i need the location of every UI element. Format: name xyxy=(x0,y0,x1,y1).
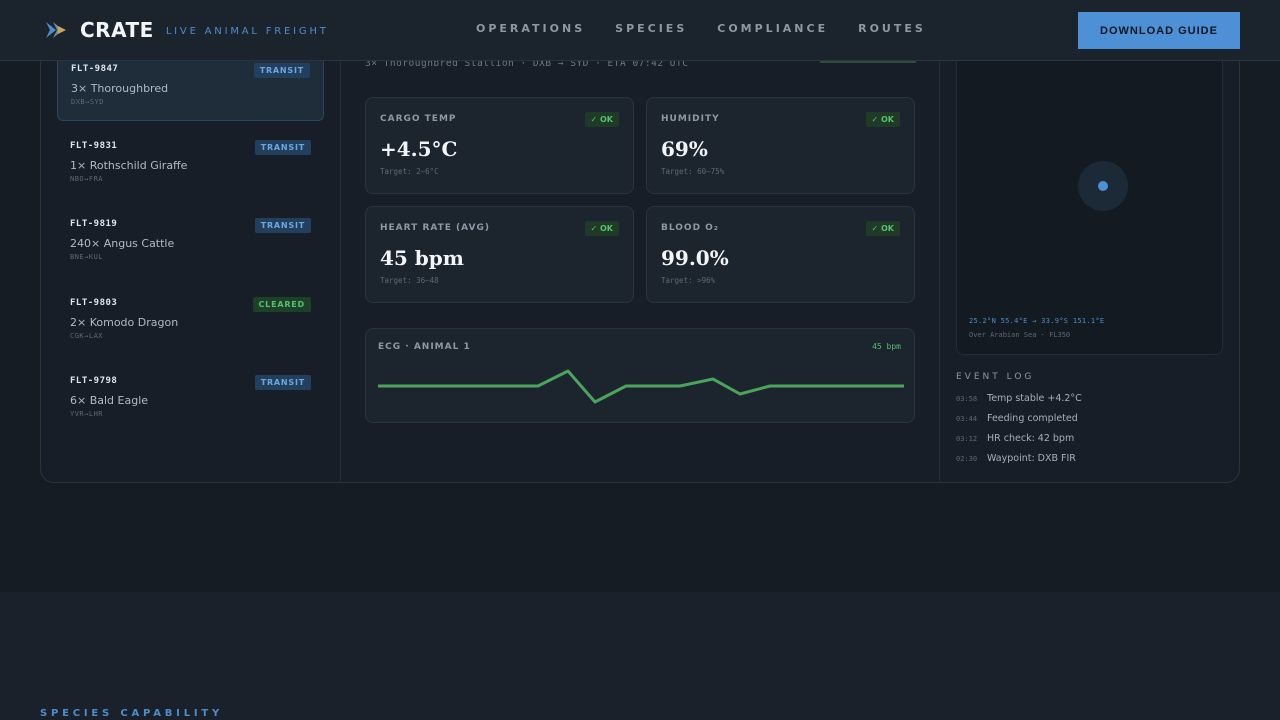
flight-cargo: 240× Angus Cattle xyxy=(70,237,175,250)
column-divider xyxy=(939,40,940,483)
download-guide-button[interactable]: DOWNLOAD GUIDE xyxy=(1078,12,1240,49)
metric-value: +4.5°C xyxy=(380,137,458,161)
metric-label: HUMIDITY xyxy=(661,114,720,124)
event-text: HR check: 42 bpm xyxy=(987,433,1075,444)
flight-cargo: 2× Komodo Dragon xyxy=(70,316,179,329)
event-log-title: EVENT LOG xyxy=(956,372,1035,382)
status-badge: CLEARED xyxy=(252,297,311,312)
crate-logo-icon xyxy=(46,22,66,38)
ok-badge: ✓ OK xyxy=(865,112,900,127)
flight-route: YVR→LHR xyxy=(70,410,104,418)
flight-id: FLT-9803 xyxy=(70,298,118,308)
column-divider xyxy=(340,40,341,483)
top-navigation-bar: CRATE LIVE ANIMAL FREIGHT OPERATIONS SPE… xyxy=(0,0,1280,61)
ok-badge: ✓ OK xyxy=(584,112,619,127)
ecg-label: ECG · ANIMAL 1 xyxy=(378,342,471,352)
metric-label: CARGO TEMP xyxy=(380,114,457,124)
flight-route: NBO→FRA xyxy=(70,175,104,183)
event-text: Feeding completed xyxy=(987,413,1078,424)
ok-badge: ✓ OK xyxy=(865,221,900,236)
status-badge: TRANSIT xyxy=(254,218,311,233)
event-log-item: 03:44 Feeding completed xyxy=(956,413,1078,424)
status-badge: TRANSIT xyxy=(254,375,311,390)
metric-value: 99.0% xyxy=(661,246,729,270)
metric-label: HEART RATE (AVG) xyxy=(380,223,490,233)
flight-id: FLT-9819 xyxy=(70,219,118,229)
route-map: 25.2°N 55.4°E → 33.9°S 151.1°E Over Arab… xyxy=(956,60,1223,355)
nav-operations[interactable]: OPERATIONS xyxy=(476,22,585,35)
ecg-trace xyxy=(378,369,904,404)
metric-card-blood-oxygen: BLOOD O₂ ✓ OK 99.0% Target: >96% xyxy=(646,206,915,303)
current-region: Over Arabian Sea · FL350 xyxy=(969,331,1071,339)
metric-label: BLOOD O₂ xyxy=(661,223,719,233)
flight-item[interactable]: FLT-9831 TRANSIT 1× Rothschild Giraffe N… xyxy=(57,135,324,199)
event-time: 03:12 xyxy=(956,435,978,443)
aircraft-position-marker xyxy=(1098,181,1108,191)
flight-item[interactable]: FLT-9819 TRANSIT 240× Angus Cattle BNE→K… xyxy=(57,213,324,277)
event-log-item: 03:12 HR check: 42 bpm xyxy=(956,433,1074,444)
flight-route: BNE→KUL xyxy=(70,253,104,261)
brand-name: CRATE xyxy=(80,18,154,42)
metric-target: Target: 2–6°C xyxy=(380,167,439,176)
brand[interactable]: CRATE LIVE ANIMAL FREIGHT xyxy=(44,18,329,42)
ecg-panel: ECG · ANIMAL 1 45 bpm xyxy=(365,328,915,423)
main-nav: OPERATIONS SPECIES COMPLIANCE ROUTES xyxy=(476,22,956,35)
metric-value: 69% xyxy=(661,137,708,161)
metric-card-humidity: HUMIDITY ✓ OK 69% Target: 60–75% xyxy=(646,97,915,194)
lower-section xyxy=(0,592,1280,720)
flight-item[interactable]: FLT-9803 CLEARED 2× Komodo Dragon CGK→LA… xyxy=(57,292,324,356)
flight-cargo: 6× Bald Eagle xyxy=(70,394,149,407)
event-text: Waypoint: DXB FIR xyxy=(987,453,1076,464)
status-pill-edge xyxy=(820,61,916,63)
ecg-waveform xyxy=(378,369,904,404)
metric-card-heart-rate: HEART RATE (AVG) ✓ OK 45 bpm Target: 36–… xyxy=(365,206,634,303)
metric-value: 45 bpm xyxy=(380,246,464,270)
event-log-item: 03:58 Temp stable +4.2°C xyxy=(956,393,1082,404)
flight-cargo: 3× Thoroughbred xyxy=(71,82,169,95)
flight-route: CGK→LAX xyxy=(70,332,104,340)
flight-item[interactable]: FLT-9847 TRANSIT 3× Thoroughbred DXB→SYD xyxy=(57,57,324,121)
map-canvas xyxy=(1078,161,1128,211)
route-coordinates: 25.2°N 55.4°E → 33.9°S 151.1°E xyxy=(969,317,1105,325)
metric-target: Target: 36–48 xyxy=(380,276,439,285)
event-text: Temp stable +4.2°C xyxy=(987,393,1082,404)
brand-tagline: LIVE ANIMAL FREIGHT xyxy=(165,25,329,37)
flight-id: FLT-9831 xyxy=(70,141,118,151)
species-capability-heading: SPECIES CAPABILITY xyxy=(40,708,224,719)
ecg-bpm: 45 bpm xyxy=(872,342,901,351)
status-badge: TRANSIT xyxy=(254,140,311,155)
event-time: 02:30 xyxy=(956,455,978,463)
flight-route: DXB→SYD xyxy=(71,98,105,106)
metric-target: Target: 60–75% xyxy=(661,167,725,176)
event-log-item: 02:30 Waypoint: DXB FIR xyxy=(956,453,1076,464)
flight-id: FLT-9847 xyxy=(71,64,119,74)
metric-target: Target: >96% xyxy=(661,276,716,285)
nav-compliance[interactable]: COMPLIANCE xyxy=(717,22,828,35)
flight-cargo: 1× Rothschild Giraffe xyxy=(70,159,188,172)
event-time: 03:58 xyxy=(956,395,978,403)
nav-routes[interactable]: ROUTES xyxy=(858,22,926,35)
status-badge: TRANSIT xyxy=(253,63,310,78)
flight-id: FLT-9798 xyxy=(70,376,118,386)
metric-card-cargo-temp: CARGO TEMP ✓ OK +4.5°C Target: 2–6°C xyxy=(365,97,634,194)
flight-item[interactable]: FLT-9798 TRANSIT 6× Bald Eagle YVR→LHR xyxy=(57,370,324,434)
event-time: 03:44 xyxy=(956,415,978,423)
ok-badge: ✓ OK xyxy=(584,221,619,236)
nav-species[interactable]: SPECIES xyxy=(615,22,687,35)
